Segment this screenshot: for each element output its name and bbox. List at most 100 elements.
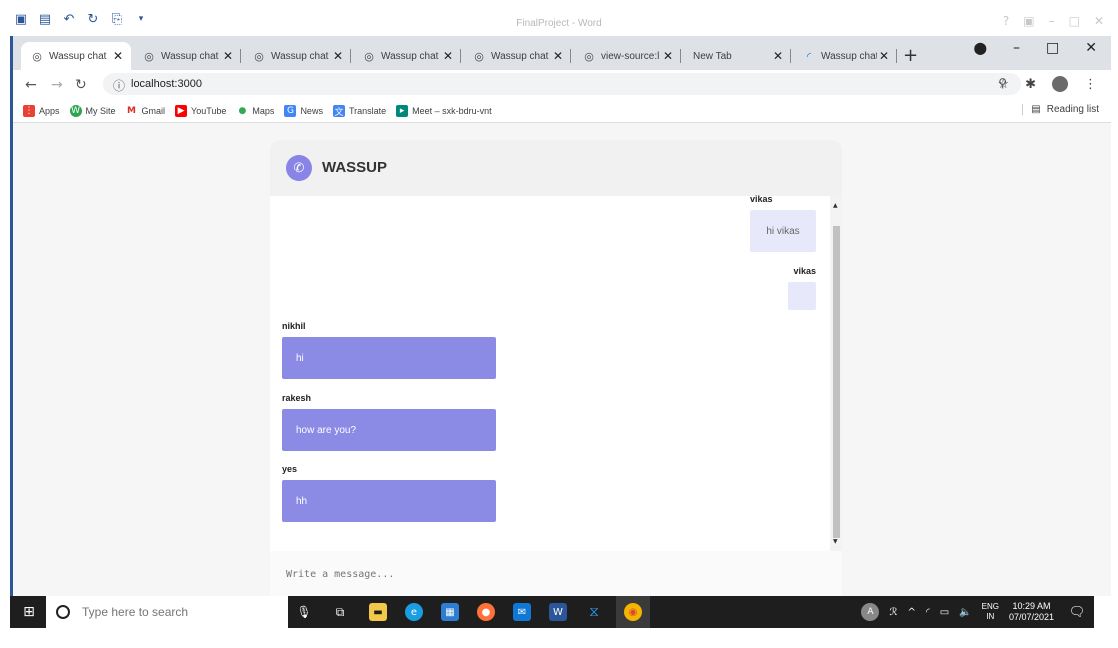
tab-wassup-chat[interactable]: ◎ Wassup chat ✕ — [463, 42, 571, 70]
tab-separator — [240, 49, 241, 63]
tab-search-icon[interactable]: ⬤ — [974, 41, 987, 55]
bookmark-youtube[interactable]: ▶ YouTube — [175, 105, 226, 117]
info-icon[interactable]: ⓘ — [113, 77, 125, 94]
windows-taskbar: ⊞ 🎙 ⧉ ▬ e ▦ ● ✉ W ⧖ ◉ A ℛ ^ ◜ ▭ 🔈 ENG IN… — [10, 596, 1094, 628]
close-icon[interactable]: ✕ — [661, 49, 675, 63]
bookmark-news[interactable]: G News — [284, 105, 323, 117]
reload-icon[interactable]: ↻ — [75, 77, 87, 93]
close-icon[interactable]: ✕ — [1085, 40, 1097, 56]
reading-list-icon: ▤ — [1031, 104, 1041, 115]
bookmark-label: Gmail — [141, 106, 166, 116]
file-explorer-icon[interactable]: ▬ — [366, 596, 390, 628]
bookmark-label: Translate — [348, 106, 387, 116]
chrome-icon[interactable]: ◉ — [616, 596, 650, 628]
tab-wassup-chat-loading[interactable]: ◜ Wassup chat ✕ — [793, 42, 897, 70]
close-icon[interactable]: ✕ — [221, 49, 235, 63]
tab-new-tab[interactable]: New Tab ✕ — [683, 42, 791, 70]
close-icon[interactable]: ✕ — [1094, 14, 1104, 28]
chat-header: ✆ WASSUP — [270, 140, 842, 196]
scroll-up-icon[interactable]: ▲ — [833, 202, 838, 209]
message-list[interactable]: vikas hi vikas vikas nikhil hi rakesh ho… — [270, 194, 830, 551]
language-indicator[interactable]: ENG IN — [982, 602, 999, 622]
firefox-icon[interactable]: ● — [474, 596, 498, 628]
edge-icon[interactable]: e — [402, 596, 426, 628]
tab-label: New Tab — [693, 50, 732, 62]
bookmark-gmail[interactable]: M Gmail — [125, 105, 166, 117]
extensions-icon[interactable]: ✱ — [1025, 77, 1036, 92]
clock-date: 07/07/2021 — [1008, 612, 1054, 622]
back-arrow-icon[interactable]: ← — [25, 77, 37, 93]
bookmark-apps[interactable]: ⋮ Apps — [23, 105, 60, 117]
globe-icon: ◎ — [474, 49, 484, 63]
bookmark-meet[interactable]: ▸ Meet – sxk-bdru-vnt — [396, 105, 492, 117]
message-scrollbar[interactable]: ▲ ▼ — [830, 196, 842, 551]
volume-icon[interactable]: 🔈 — [959, 607, 971, 618]
message-input[interactable] — [284, 563, 828, 585]
profile-avatar[interactable] — [1052, 76, 1068, 92]
notifications-icon[interactable]: 🗨 — [1066, 596, 1088, 628]
reading-list-label: Reading list — [1046, 104, 1099, 115]
forward-arrow-icon[interactable]: → — [51, 77, 63, 93]
url-text: localhost:3000 — [131, 78, 202, 90]
scroll-down-icon[interactable]: ▼ — [833, 538, 838, 545]
close-icon[interactable]: ✕ — [551, 49, 565, 63]
minimize-icon[interactable]: – — [1013, 40, 1020, 56]
close-icon[interactable]: ✕ — [771, 49, 785, 63]
menu-icon[interactable]: ⋮ — [1084, 77, 1097, 92]
address-bar[interactable]: ⓘ localhost:3000 ⚲ — [103, 73, 1021, 95]
chevron-up-icon[interactable]: ^ — [907, 607, 915, 618]
bookmark-maps[interactable]: ● Maps — [236, 105, 274, 117]
close-icon[interactable]: ✕ — [877, 49, 891, 63]
page-viewport: ✆ WASSUP vikas hi vikas vikas nikhil hi … — [13, 123, 1111, 596]
minimize-icon[interactable]: – — [1049, 14, 1055, 28]
word-icon[interactable]: W — [546, 596, 570, 628]
gmail-icon: M — [125, 105, 138, 117]
star-icon[interactable]: ☆ — [997, 77, 1009, 92]
message-composer — [270, 551, 842, 596]
message-outgoing: vikas — [788, 266, 816, 310]
bookmark-my-site[interactable]: W My Site — [69, 105, 116, 117]
message-bubble — [788, 282, 816, 310]
microphone-icon[interactable]: 🎙 — [296, 596, 312, 628]
bookmarks-bar: ⋮ Apps W My Site M Gmail ▶ YouTube ● Map… — [13, 100, 1111, 123]
tab-wassup-chat[interactable]: ◎ Wassup chat ✕ — [243, 42, 351, 70]
task-view-icon[interactable]: ⧉ — [328, 596, 352, 628]
apps-grid-icon: ⋮ — [23, 105, 35, 117]
store-icon[interactable]: ▦ — [438, 596, 462, 628]
maximize-icon[interactable]: □ — [1046, 40, 1059, 56]
bookmark-translate[interactable]: 文 Translate — [332, 105, 387, 118]
windows-start-icon[interactable]: ⊞ — [16, 596, 42, 628]
globe-icon: ◎ — [364, 49, 374, 63]
globe-icon: ◎ — [584, 49, 594, 63]
ribbon-display-icon[interactable]: ▣ — [1023, 14, 1034, 28]
tab-view-source[interactable]: ◎ view-source:l ✕ — [573, 42, 681, 70]
reading-list-button[interactable]: ▤ Reading list — [1022, 104, 1099, 115]
clock[interactable]: 10:29 AM 07/07/2021 — [1009, 601, 1054, 623]
tab-separator — [570, 49, 571, 63]
help-icon[interactable]: ? — [1003, 14, 1009, 28]
scrollbar-thumb[interactable] — [833, 226, 840, 538]
restore-icon[interactable]: □ — [1069, 14, 1080, 28]
message-incoming: rakesh how are you? — [282, 393, 496, 451]
close-icon[interactable]: ✕ — [331, 49, 345, 63]
wifi-icon[interactable]: ◜ — [926, 607, 930, 618]
tab-separator — [350, 49, 351, 63]
toolbar-actions: ☆ ✱ ⋮ — [997, 76, 1097, 92]
close-icon[interactable]: ✕ — [111, 49, 125, 63]
bookmark-label: My Site — [85, 106, 116, 116]
new-tab-button[interactable]: + — [903, 45, 918, 66]
close-icon[interactable]: ✕ — [441, 49, 455, 63]
message-author: rakesh — [282, 393, 312, 403]
mail-icon[interactable]: ✉ — [510, 596, 534, 628]
user-badge[interactable]: A — [861, 603, 880, 621]
taskbar-search[interactable] — [46, 596, 288, 628]
youtube-icon: ▶ — [175, 105, 188, 117]
battery-icon[interactable]: ▭ — [940, 607, 949, 618]
meet-icon: ▸ — [396, 105, 409, 117]
people-icon[interactable]: ℛ — [889, 607, 897, 618]
taskbar-search-input[interactable] — [80, 604, 274, 620]
tab-wassup-chat[interactable]: ◎ Wassup chat ✕ — [353, 42, 461, 70]
tab-wassup-chat-active[interactable]: ◎ Wassup chat ✕ — [21, 42, 131, 70]
tab-wassup-chat[interactable]: ◎ Wassup chat ✕ — [133, 42, 241, 70]
vscode-icon[interactable]: ⧖ — [582, 596, 606, 628]
